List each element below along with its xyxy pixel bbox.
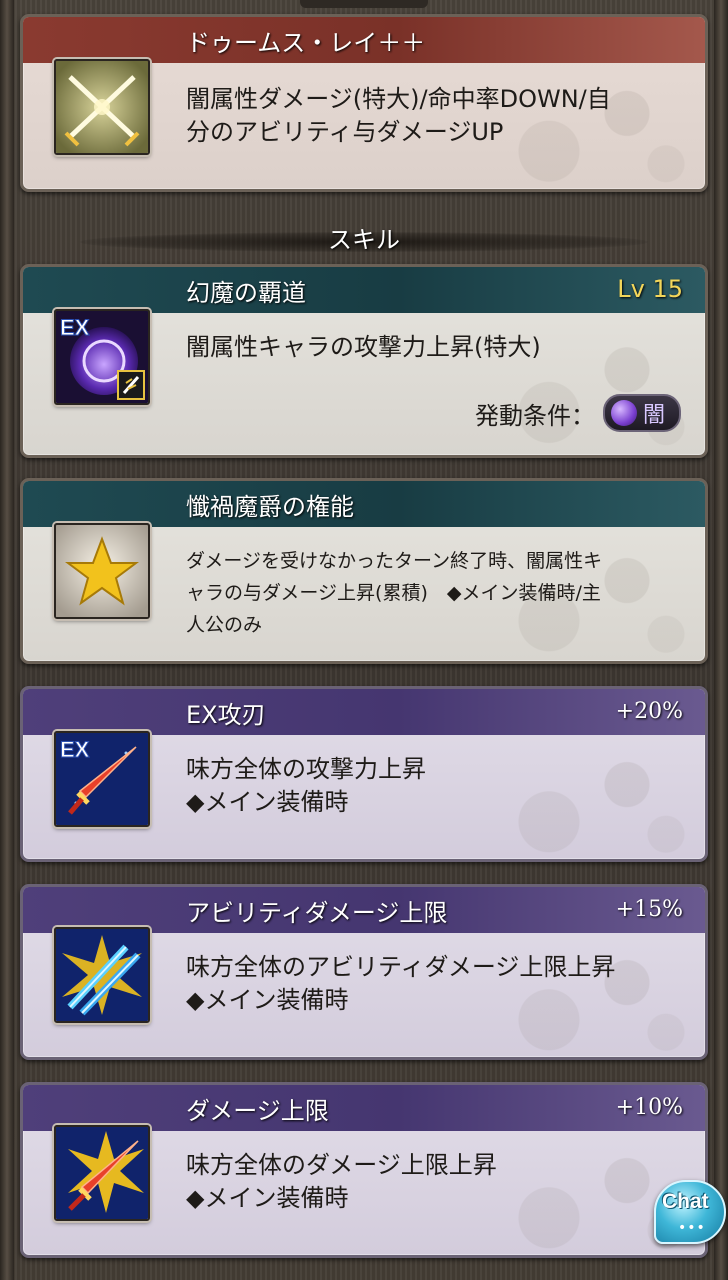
weapon-skill-description: 味方全体の攻撃力上昇 ◆メイン装備時: [186, 755, 426, 816]
crossed-swords-icon: [54, 59, 150, 155]
skill-title-band: [23, 481, 705, 527]
weapon-skill-title: ダメージ上限: [186, 1097, 329, 1125]
ability-card[interactable]: ドゥームス・レイ＋＋ 闇属性ダメージ(特大)/命中率DOWN/自 分のアビリティ…: [20, 14, 708, 192]
ex-red-sword-icon: EX: [54, 731, 150, 827]
svg-text:EX: EX: [60, 737, 90, 762]
skill-level: Lv 15: [617, 275, 683, 303]
blue-blades-burst-icon: [54, 927, 150, 1023]
weapon-skill-card[interactable]: ダメージ上限 +10% 味方全体のダメージ上限上昇 ◆メイン装備時: [20, 1082, 708, 1258]
weapon-skill-value: +15%: [615, 897, 683, 922]
ex-dark-emblem-icon: EX: [54, 309, 150, 405]
top-header-cap: [300, 0, 428, 8]
weapon-skill-description: 味方全体のダメージ上限上昇 ◆メイン装備時: [186, 1151, 497, 1212]
skill-card[interactable]: 幻魔の覇道 Lv 15 EX 闇属性キャラの攻撃力上昇(特大) 発動条件： 闇: [20, 264, 708, 458]
element-name: 闇: [642, 403, 665, 428]
element-badge: 闇: [602, 394, 681, 432]
weapon-skill-title: アビリティダメージ上限: [186, 899, 448, 927]
red-sword-burst-icon: [54, 1125, 150, 1221]
dark-element-icon: [610, 400, 637, 426]
chat-button[interactable]: Chat •••: [654, 1180, 726, 1244]
weapon-skill-title-band: [23, 689, 705, 735]
skill-title: 幻魔の覇道: [186, 279, 306, 307]
chat-bubble-icon: •••: [678, 1220, 706, 1236]
weapon-skill-value: +10%: [615, 1095, 683, 1120]
skills-section-header: スキル: [80, 220, 648, 260]
gold-star-icon: [54, 523, 150, 619]
left-frame-rail: [0, 0, 14, 1280]
skill-card[interactable]: 懺禍魔爵の権能 ダメージを受けなかったターン終了時、闇属性キ ャラの与ダメージ上…: [20, 478, 708, 664]
svg-text:EX: EX: [60, 315, 90, 340]
skill-description: ダメージを受けなかったターン終了時、闇属性キ ャラの与ダメージ上昇(累積) ◆メ…: [186, 550, 603, 636]
weapon-skill-card[interactable]: EX攻刃 +20% EX 味方全体の攻撃力上昇 ◆メイン装備時: [20, 686, 708, 862]
activation-condition: 発動条件： 闇: [475, 393, 681, 433]
weapon-skill-description: 味方全体のアビリティダメージ上限上昇 ◆メイン装備時: [186, 953, 616, 1014]
weapon-skill-title: EX攻刃: [186, 701, 266, 729]
skill-title-band: [23, 267, 705, 313]
right-frame-rail: [714, 0, 728, 1280]
section-title: スキル: [328, 226, 400, 254]
skill-description: 闇属性キャラの攻撃力上昇(特大): [186, 333, 541, 361]
weapon-skill-card[interactable]: アビリティダメージ上限 +15% 味方全体のアビリティダメージ上限上昇 ◆メイン…: [20, 884, 708, 1060]
chat-label: Chat: [662, 1190, 709, 1213]
weapon-skill-value: +20%: [615, 699, 683, 724]
ability-title: ドゥームス・レイ＋＋: [186, 29, 426, 57]
ability-description: 闇属性ダメージ(特大)/命中率DOWN/自 分のアビリティ与ダメージUP: [186, 85, 611, 146]
skill-title: 懺禍魔爵の権能: [186, 493, 354, 521]
condition-label: 発動条件：: [474, 401, 595, 430]
